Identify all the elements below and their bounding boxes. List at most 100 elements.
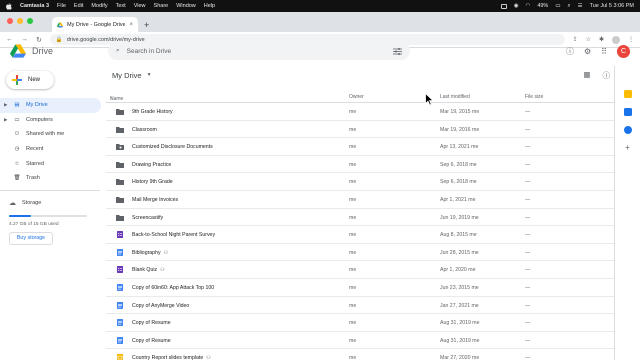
table-row[interactable]: Copy of 60in60: App Attack Top 100 me Jun … (106, 279, 614, 297)
menu-view[interactable]: View (134, 3, 146, 9)
storage-bar (9, 214, 87, 217)
menu-share[interactable]: Share (154, 3, 169, 9)
buy-storage-button[interactable]: Buy storage (9, 231, 53, 245)
file-modified: Apr 1, 2021 me (440, 196, 476, 203)
sidebar-item-starred[interactable]: ☆ Starred (0, 156, 101, 171)
shared-people-icon: ⚇ (163, 249, 169, 256)
tab-my-drive[interactable]: My Drive - Google Drive × (52, 17, 138, 32)
table-row[interactable]: Copy of Resume me Aug 31, 2019 me — (106, 332, 614, 350)
sidebar-item-shared-with-me[interactable]: ⚇ Shared with me (0, 127, 101, 142)
battery-icon[interactable]: ▭ (555, 3, 560, 9)
folder-icon (116, 126, 124, 133)
table-row[interactable]: Drawing Practice me Sep 6, 2018 me — (106, 156, 614, 174)
sort-arrow-icon[interactable]: ↑ (110, 96, 113, 102)
info-icon[interactable]: ⓘ (603, 70, 611, 81)
mouse-cursor-icon (425, 93, 434, 106)
wifi-icon[interactable]: ◠ (526, 3, 531, 9)
column-file-size[interactable]: File size (525, 94, 543, 100)
file-name: Copy of Resume (132, 337, 171, 344)
shared-people-icon: ⚇ (206, 355, 211, 360)
table-row[interactable]: Mail Merge Invoices me Apr 1, 2021 me — (106, 191, 614, 209)
calendar-icon[interactable] (623, 108, 632, 116)
menu-clock[interactable]: Tue Jul 5 3:06 PM (590, 3, 634, 9)
expand-arrow-icon[interactable]: ▶ (4, 117, 8, 123)
expand-arrow-icon[interactable]: ▶ (4, 102, 8, 108)
search-icon[interactable]: ⌕ (116, 47, 120, 55)
menu-app-name[interactable]: Camtasia 3 (20, 3, 49, 9)
storage-link[interactable]: ☁ Storage (9, 199, 106, 207)
window-controls (7, 18, 33, 24)
sidebar-item-trash[interactable]: 🗑 Trash (0, 171, 101, 186)
settings-gear-icon[interactable]: ⚙ (584, 47, 591, 56)
table-row[interactable]: Classroom me Mar 19, 2016 me — (106, 121, 614, 139)
new-button-label: New (28, 77, 41, 83)
account-avatar[interactable]: C (617, 44, 630, 58)
new-button[interactable]: New (6, 71, 54, 89)
menu-text[interactable]: Text (116, 3, 126, 9)
battery-percent[interactable]: 49% (537, 3, 548, 9)
menu-help[interactable]: Help (204, 3, 215, 9)
minimize-window-button[interactable] (17, 18, 23, 24)
file-size: — (525, 249, 531, 256)
folder-icon (116, 179, 124, 186)
support-icon[interactable]: ⓘ (566, 46, 574, 57)
record-icon[interactable]: ◉ (514, 3, 519, 9)
plus-icon (12, 75, 22, 85)
table-row[interactable]: Back-to-School Night Parent Survey me Aug … (106, 226, 614, 244)
menu-file[interactable]: File (57, 3, 66, 9)
doc-file-icon (117, 336, 123, 344)
table-row[interactable]: History 9th Grade me Sep 6, 2018 me — (106, 173, 614, 191)
apps-grid-icon[interactable]: ⠿ (601, 47, 607, 56)
file-owner: me (349, 320, 357, 327)
file-size: — (525, 161, 531, 168)
file-name: Back-to-School Night Parent Survey (132, 232, 216, 239)
spotlight-icon[interactable]: ⌕ (568, 3, 571, 10)
table-row[interactable]: Customized Disclosure Documents me Apr 13,… (106, 138, 614, 156)
close-tab-icon[interactable]: × (129, 22, 133, 28)
sidebar-item-recent[interactable]: ◷ Recent (0, 142, 101, 157)
table-row[interactable]: Copy of Resume me Aug 31, 2019 me — (106, 314, 614, 332)
control-center-icon[interactable]: ☰ (578, 3, 583, 9)
add-addon-icon[interactable]: + (624, 144, 632, 152)
file-modified: Jun 19, 2019 me (440, 214, 479, 221)
page-title[interactable]: My Drive (112, 71, 142, 80)
drive-logo[interactable]: Drive (10, 44, 108, 58)
file-modified: Jun 23, 2015 me (440, 284, 479, 291)
file-owner: me (349, 179, 357, 186)
file-modified: Mar 19, 2016 me (440, 126, 480, 133)
folder-icon (116, 196, 124, 203)
grid-view-icon[interactable]: ▦ (583, 70, 590, 81)
apple-icon[interactable] (6, 2, 12, 10)
sidebar-item-computers[interactable]: ▶ ▭ Computers (0, 113, 101, 128)
maximize-window-button[interactable] (27, 18, 33, 24)
table-row[interactable]: Country Report slides template ⚇ me Mar 27,… (106, 349, 614, 360)
table-row[interactable]: 9th Grade History me Mar 19, 2015 me — (106, 103, 614, 121)
table-row[interactable]: Bibliography ⚇ me Jun 28, 2015 me — (106, 244, 614, 262)
sidebar-item-my-drive[interactable]: ▶ ▤ My Drive (0, 98, 101, 113)
table-row[interactable]: Blank Quiz ⚇ me Apr 1, 2020 me — (106, 261, 614, 279)
close-window-button[interactable] (7, 18, 13, 24)
menu-modify[interactable]: Modify (91, 3, 107, 9)
table-row[interactable]: Copy of AnyMerge Video me Jan 27, 2021 me — (106, 297, 614, 315)
tasks-icon[interactable] (623, 126, 632, 134)
file-size: — (525, 144, 531, 151)
sidebar-item-label: My Drive (26, 102, 48, 109)
camtasia-status-icon[interactable] (500, 3, 507, 9)
table-row[interactable]: Screencastify me Jun 19, 2019 me — (106, 209, 614, 227)
keep-icon[interactable] (623, 90, 632, 98)
search-options-icon[interactable] (393, 47, 402, 55)
menu-extras: ◉ ◠ 49% ▭ ⌕ ☰ Tue Jul 5 3:06 PM (500, 3, 634, 10)
column-owner[interactable]: Owner (349, 94, 364, 100)
drive-logo-icon (10, 44, 26, 58)
tab-title: My Drive - Google Drive (67, 21, 126, 28)
folder-icon (116, 144, 124, 151)
menu-window[interactable]: Window (176, 3, 196, 9)
sidebar-item-label: Trash (26, 175, 40, 182)
menu-edit[interactable]: Edit (74, 3, 83, 9)
column-last-modified[interactable]: Last modified (440, 94, 470, 100)
new-tab-button[interactable]: + (144, 20, 149, 30)
search-input[interactable]: Search in Drive (127, 48, 386, 55)
chevron-down-icon[interactable]: ▼ (147, 72, 152, 78)
search-box[interactable]: ⌕ Search in Drive (108, 42, 410, 60)
file-name: Mail Merge Invoices (132, 196, 179, 203)
